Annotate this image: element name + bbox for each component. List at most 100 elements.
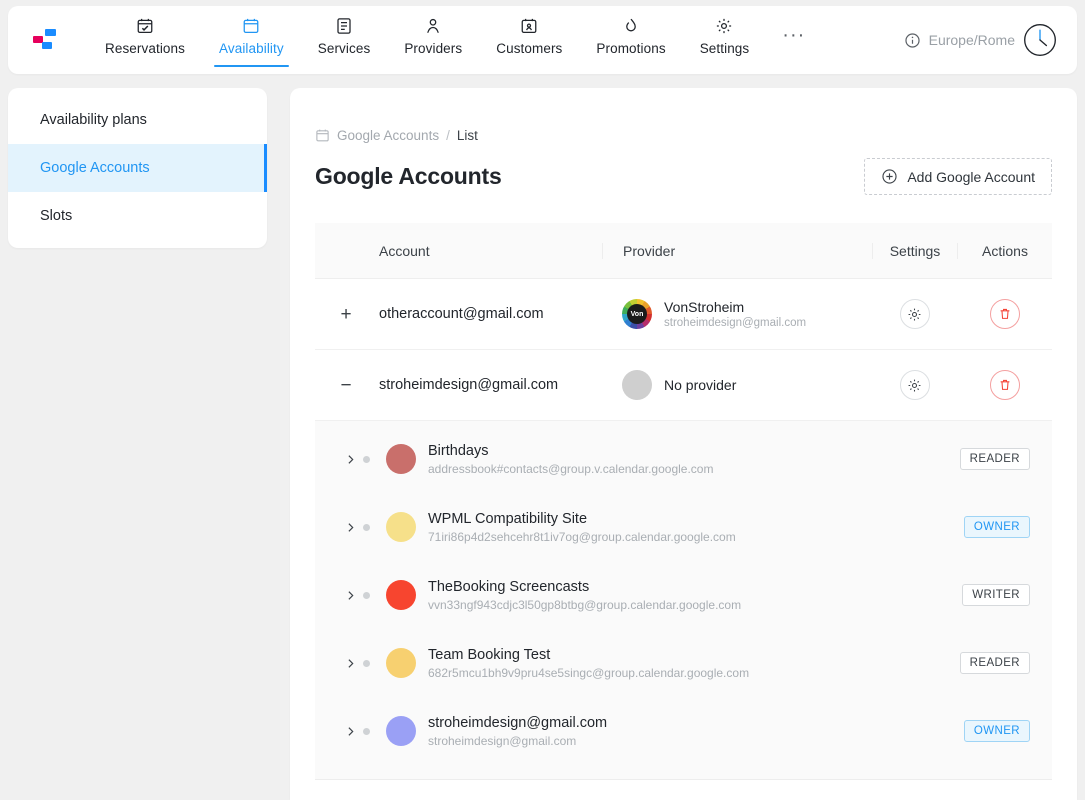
main-content-panel: Google Accounts / List Google Accounts A… — [290, 88, 1077, 800]
list-item[interactable]: stroheimdesign@gmail.com stroheimdesign@… — [315, 697, 1052, 765]
status-dot — [363, 592, 370, 599]
list-item[interactable]: Team Booking Test 682r5mcu1bh9v9pru4se5s… — [315, 629, 1052, 697]
trash-icon — [998, 378, 1012, 392]
list-item[interactable]: Birthdays addressbook#contacts@group.v.c… — [315, 425, 1052, 493]
timezone-indicator[interactable]: Europe/Rome — [904, 23, 1057, 57]
calendar-color-swatch — [386, 648, 416, 678]
sidebar-item-slots[interactable]: Slots — [8, 192, 267, 240]
breadcrumb: Google Accounts / List — [315, 88, 1052, 143]
chevron-right-icon[interactable] — [337, 657, 363, 670]
calendar-name: Birthdays — [428, 443, 960, 459]
breadcrumb-current: List — [457, 128, 478, 143]
page-header: Google Accounts Add Google Account — [315, 158, 1052, 195]
table-header-row: Account Provider Settings Actions — [315, 223, 1052, 279]
plus-circle-icon — [881, 168, 898, 185]
chevron-right-icon[interactable] — [337, 725, 363, 738]
calendar-id: 71iri86p4d2sehcehr8t1iv7og@group.calenda… — [428, 530, 964, 544]
google-accounts-table: Account Provider Settings Actions + othe… — [315, 223, 1052, 780]
row-settings-cell — [872, 299, 957, 329]
row-expand-toggle[interactable]: + — [315, 305, 377, 324]
table-header-provider: Provider — [602, 243, 872, 259]
nav-item-providers[interactable]: Providers — [387, 15, 479, 56]
sidebar-item-label: Slots — [40, 208, 72, 224]
calendar-check-icon — [136, 15, 154, 37]
calendar-name: TheBooking Screencasts — [428, 579, 962, 595]
calendar-details: Birthdays addressbook#contacts@group.v.c… — [428, 443, 960, 476]
nav-item-services[interactable]: Services — [301, 15, 388, 56]
calendar-color-swatch — [386, 580, 416, 610]
calendar-list-panel: Birthdays addressbook#contacts@group.v.c… — [315, 421, 1052, 780]
delete-account-button[interactable] — [990, 299, 1020, 329]
nav-more-button[interactable]: ··· — [766, 25, 821, 45]
sidebar: Availability plans Google Accounts Slots — [8, 88, 267, 248]
nav-item-settings[interactable]: Settings — [683, 15, 767, 56]
nav-label: Reservations — [105, 41, 185, 56]
provider-name: No provider — [664, 377, 736, 393]
status-dot — [363, 524, 370, 531]
calendar-id: stroheimdesign@gmail.com — [428, 734, 964, 748]
row-account-email: otheraccount@gmail.com — [377, 306, 602, 322]
sidebar-item-google-accounts[interactable]: Google Accounts — [8, 144, 267, 192]
calendar-icon — [315, 128, 330, 143]
calendar-details: Team Booking Test 682r5mcu1bh9v9pru4se5s… — [428, 647, 960, 680]
info-circle-icon — [904, 32, 921, 49]
nav-item-promotions[interactable]: Promotions — [579, 15, 682, 56]
settings-gear-button[interactable] — [900, 370, 930, 400]
nav-label: Customers — [496, 41, 562, 56]
calendar-id: addressbook#contacts@group.v.calendar.go… — [428, 462, 960, 476]
nav-item-availability[interactable]: Availability — [202, 15, 301, 56]
chevron-right-icon[interactable] — [337, 589, 363, 602]
avatar-initials: Von — [622, 299, 652, 329]
row-actions-cell — [957, 299, 1052, 329]
calendar-details: TheBooking Screencasts vvn33ngf943cdjc3l… — [428, 579, 962, 612]
nav-label: Services — [318, 41, 371, 56]
table-row: + otheraccount@gmail.com Von VonStroheim… — [315, 279, 1052, 350]
role-badge: OWNER — [964, 720, 1030, 742]
nav-item-reservations[interactable]: Reservations — [88, 15, 202, 56]
sidebar-item-availability-plans[interactable]: Availability plans — [8, 96, 267, 144]
list-item[interactable]: TheBooking Screencasts vvn33ngf943cdjc3l… — [315, 561, 1052, 629]
thebooking-logo[interactable] — [30, 22, 74, 58]
sidebar-item-label: Google Accounts — [40, 160, 150, 176]
row-provider: No provider — [602, 370, 872, 400]
status-dot — [363, 456, 370, 463]
gear-icon — [907, 307, 922, 322]
delete-account-button[interactable] — [990, 370, 1020, 400]
calendar-details: stroheimdesign@gmail.com stroheimdesign@… — [428, 715, 964, 748]
provider-details: VonStroheim stroheimdesign@gmail.com — [664, 299, 806, 329]
add-google-account-button[interactable]: Add Google Account — [864, 158, 1052, 195]
avatar — [622, 370, 652, 400]
row-expand-toggle[interactable]: − — [315, 376, 377, 395]
row-provider: Von VonStroheim stroheimdesign@gmail.com — [602, 299, 872, 329]
add-google-account-label: Add Google Account — [907, 169, 1035, 185]
breadcrumb-root[interactable]: Google Accounts — [337, 128, 439, 143]
calendar-person-icon — [520, 15, 538, 37]
nav-item-customers[interactable]: Customers — [479, 15, 579, 56]
table-header-actions: Actions — [957, 243, 1052, 259]
calendar-color-swatch — [386, 512, 416, 542]
status-dot — [363, 660, 370, 667]
chevron-right-icon[interactable] — [337, 453, 363, 466]
calendar-color-swatch — [386, 716, 416, 746]
list-document-icon — [335, 15, 353, 37]
gear-icon — [715, 15, 733, 37]
role-badge: READER — [960, 652, 1030, 674]
table-row: − stroheimdesign@gmail.com No provider — [315, 350, 1052, 421]
role-badge: OWNER — [964, 516, 1030, 538]
settings-gear-button[interactable] — [900, 299, 930, 329]
nav-label: Settings — [700, 41, 750, 56]
row-settings-cell — [872, 370, 957, 400]
calendar-color-swatch — [386, 444, 416, 474]
table-header-settings: Settings — [872, 243, 957, 259]
table-header-account: Account — [377, 243, 602, 259]
top-nav-items: Reservations Availability Services — [88, 6, 821, 74]
list-item[interactable]: WPML Compatibility Site 71iri86p4d2sehce… — [315, 493, 1052, 561]
role-badge: WRITER — [962, 584, 1030, 606]
calendar-icon — [242, 15, 260, 37]
nav-label: Availability — [219, 41, 284, 56]
chevron-right-icon[interactable] — [337, 521, 363, 534]
nav-label: Promotions — [596, 41, 665, 56]
calendar-name: WPML Compatibility Site — [428, 511, 964, 527]
sidebar-item-label: Availability plans — [40, 112, 147, 128]
breadcrumb-separator: / — [446, 128, 450, 143]
